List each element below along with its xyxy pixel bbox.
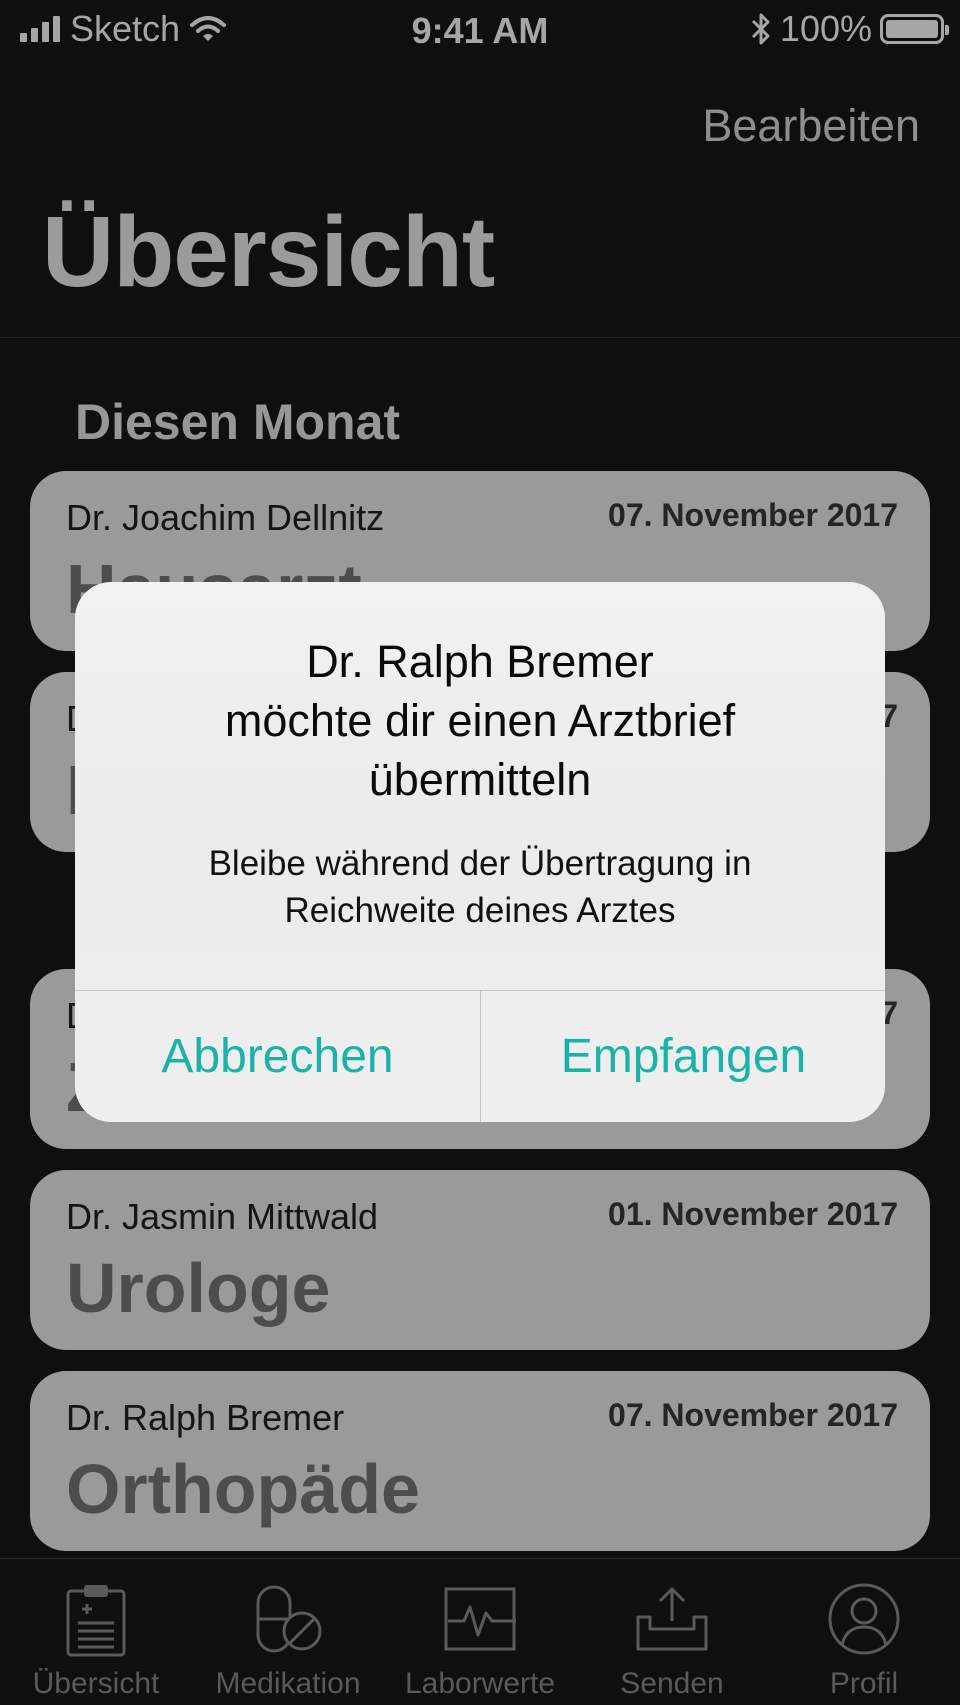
- appointment-card[interactable]: Dr. Jasmin Mittwald 01. November 2017 Ur…: [30, 1170, 930, 1350]
- dialog-title-line: möchte dir einen Arztbrief: [224, 695, 736, 746]
- appointment-card[interactable]: Dr. Ralph Bremer 07. November 2017 Ortho…: [30, 1371, 930, 1551]
- dialog-message-line: Bleibe während der Übertragung in: [208, 844, 752, 883]
- status-bar: Sketch 9:41 AM 100%: [0, 0, 960, 60]
- dialog-message-line: Reichweite deines Arztes: [284, 891, 676, 930]
- dialog-message: Bleibe während der Übertragung in Reichw…: [105, 840, 855, 934]
- battery-percent: 100%: [779, 8, 872, 49]
- dialog-title-line: Dr. Ralph Bremer: [306, 636, 654, 687]
- status-right: 100%: [750, 8, 949, 50]
- tab-label: Senden: [620, 1667, 724, 1700]
- card-date: 07. November 2017: [608, 1397, 898, 1433]
- card-date: 07. November 2017: [608, 497, 898, 533]
- tab-send[interactable]: Senden: [576, 1559, 768, 1705]
- tab-label: Profil: [829, 1667, 899, 1700]
- tab-overview[interactable]: Übersicht: [0, 1559, 192, 1705]
- tab-label: Medikation: [215, 1667, 361, 1700]
- battery-icon: [880, 14, 949, 44]
- section-title: Diesen Monat: [75, 394, 401, 450]
- dialog-title-line: übermitteln: [368, 754, 592, 805]
- dialog-title: Dr. Ralph Bremer möchte dir einen Arztbr…: [105, 632, 855, 809]
- tab-medication[interactable]: Medikation: [192, 1559, 384, 1705]
- card-doctor: Dr. Jasmin Mittwald: [66, 1196, 379, 1237]
- pulse-icon: [444, 1587, 516, 1651]
- tab-profile[interactable]: Profil: [768, 1559, 960, 1705]
- page-title: Übersicht: [42, 196, 495, 308]
- cancel-button[interactable]: Abbrechen: [75, 991, 480, 1122]
- person-icon: [828, 1583, 900, 1655]
- tab-lab-values[interactable]: Laborwerte: [384, 1559, 576, 1705]
- clipboard-icon: [66, 1585, 126, 1657]
- tab-label: Übersicht: [32, 1667, 160, 1700]
- upload-tray-icon: [636, 1587, 708, 1651]
- pill-icon: [256, 1585, 322, 1653]
- alert-dialog: Dr. Ralph Bremer möchte dir einen Arztbr…: [75, 582, 885, 1122]
- card-doctor: Dr. Ralph Bremer: [66, 1397, 345, 1438]
- tab-bar: Übersicht Medikation Laborwerte Senden P…: [0, 1558, 960, 1705]
- bluetooth-icon: [751, 13, 770, 45]
- card-specialty: Urologe: [66, 1249, 331, 1327]
- header-divider: [0, 337, 960, 338]
- card-date: 01. November 2017: [608, 1196, 898, 1232]
- card-specialty: Orthopäde: [66, 1450, 420, 1528]
- card-doctor: Dr. Joachim Dellnitz: [66, 497, 385, 538]
- receive-button[interactable]: Empfangen: [481, 991, 885, 1122]
- tab-label: Laborwerte: [404, 1667, 556, 1700]
- edit-button[interactable]: Bearbeiten: [702, 100, 920, 152]
